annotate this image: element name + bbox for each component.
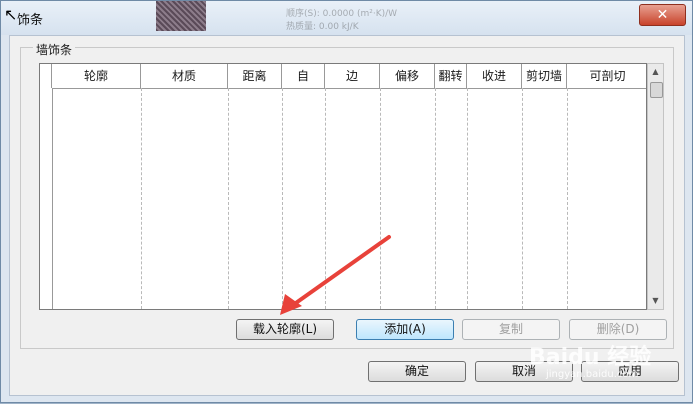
column-header-setback[interactable]: 收进	[467, 64, 522, 88]
row-header-corner	[40, 64, 52, 88]
column-header-side[interactable]: 边	[325, 64, 380, 88]
table-header: 轮廓 材质 距离 自 边 偏移 翻转 收进 剪切墙 可剖切	[40, 64, 646, 89]
column-divider	[282, 88, 283, 309]
column-divider	[325, 88, 326, 309]
column-divider	[435, 88, 436, 309]
dialog-title: 饰条	[17, 13, 44, 28]
column-divider	[380, 88, 381, 309]
column-header-offset[interactable]: 偏移	[380, 64, 435, 88]
column-divider	[522, 88, 523, 309]
scroll-up-icon[interactable]: ▲	[648, 64, 663, 80]
background-properties: 顺序(S): 0.0000 (m²·K)/W 热质量: 0.00 kJ/K	[271, 1, 501, 32]
close-icon: ✕	[656, 7, 669, 23]
column-header-flip[interactable]: 翻转	[435, 64, 467, 88]
table-scrollbar[interactable]: ▲ ▼	[647, 63, 664, 310]
baidu-watermark-url: jingyan.baidu.com	[546, 369, 639, 380]
title-bar[interactable]: 饰条 顺序(S): 0.0000 (m²·K)/W 热质量: 0.00 kJ/K…	[1, 1, 692, 35]
scroll-down-icon[interactable]: ▼	[648, 293, 663, 309]
close-button[interactable]: ✕	[639, 4, 686, 26]
ok-button[interactable]: 确定	[368, 361, 466, 382]
row-header-strip	[40, 88, 53, 309]
load-profile-button[interactable]: 载入轮廓(L)	[236, 319, 334, 340]
copy-button[interactable]: 复制	[462, 319, 560, 340]
add-button[interactable]: 添加(A)	[356, 319, 454, 340]
delete-button[interactable]: 删除(D)	[569, 319, 667, 340]
scroll-thumb[interactable]	[650, 82, 663, 98]
column-divider	[567, 88, 568, 309]
column-divider	[467, 88, 468, 309]
mouse-cursor-icon: ↖	[4, 5, 18, 24]
column-divider	[141, 88, 142, 309]
background-line-2: 热质量: 0.00 kJ/K	[286, 22, 359, 32]
column-divider	[228, 88, 229, 309]
wall-sweeps-dialog: 饰条 顺序(S): 0.0000 (m²·K)/W 热质量: 0.00 kJ/K…	[0, 0, 693, 403]
column-header-profile[interactable]: 轮廓	[52, 64, 141, 88]
column-header-cuttable[interactable]: 可剖切	[567, 64, 646, 88]
sweeps-table[interactable]: 轮廓 材质 距离 自 边 偏移 翻转 收进 剪切墙 可剖切	[39, 63, 647, 310]
column-header-from[interactable]: 自	[282, 64, 325, 88]
background-line-1: 顺序(S): 0.0000 (m²·K)/W	[286, 9, 398, 19]
column-header-cuts-wall[interactable]: 剪切墙	[522, 64, 567, 88]
column-header-distance[interactable]: 距离	[228, 64, 282, 88]
baidu-watermark: Baidu 经验	[529, 345, 652, 370]
column-header-material[interactable]: 材质	[141, 64, 228, 88]
group-label: 墙饰条	[33, 41, 76, 58]
background-swatch	[156, 1, 206, 31]
